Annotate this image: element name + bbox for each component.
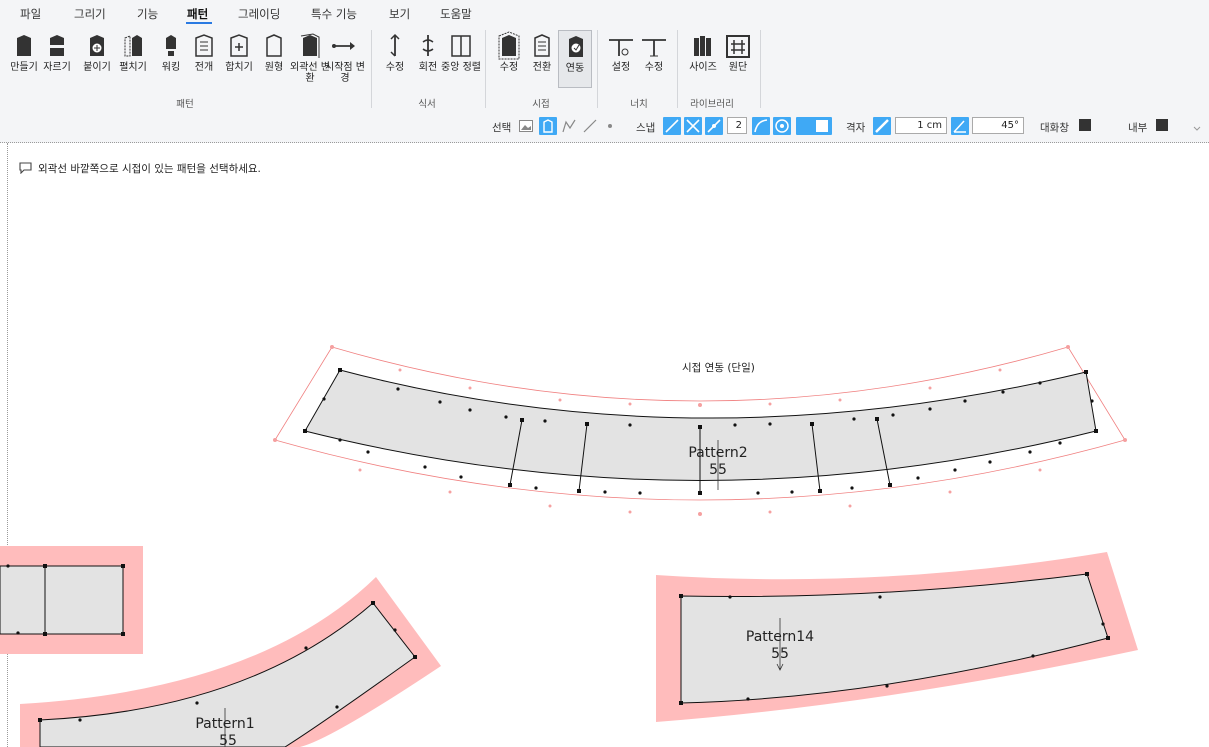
pattern1-quantity: 55 [219,733,237,747]
canvas-drawing: 시접 연동 (단일) Pattern2 55 Pattern14 55 Patt… [0,345,1138,747]
pattern14-quantity: 55 [771,646,789,662]
seam-link-mode-label: 시접 연동 (단일) [682,361,755,374]
pattern14-name: Pattern14 [746,629,814,645]
left-pattern-piece[interactable] [0,546,143,654]
pattern2-quantity: 55 [709,462,727,478]
pattern14-piece[interactable] [656,552,1138,722]
pattern1-name: Pattern1 [195,716,254,732]
pattern2-name: Pattern2 [688,445,747,461]
left-pattern-body [0,565,124,635]
